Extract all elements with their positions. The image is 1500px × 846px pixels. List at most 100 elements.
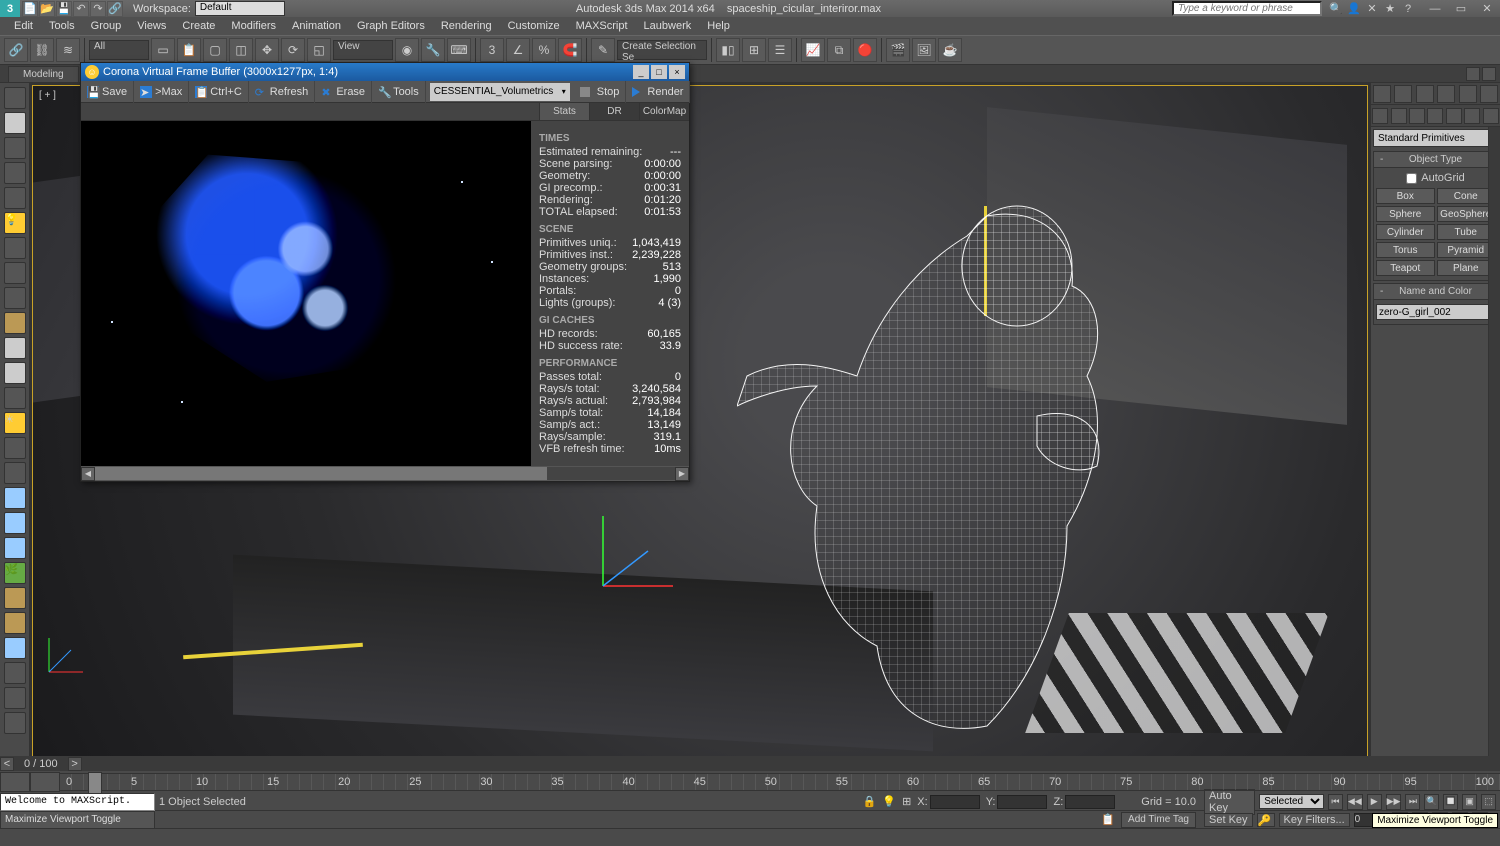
menu-animation[interactable]: Animation [284,18,349,34]
vfb-tab-stats[interactable]: Stats [539,103,589,120]
utilities-tab-icon[interactable] [1480,85,1498,103]
cameras-cat-icon[interactable] [1427,108,1443,124]
coord-mode-icon[interactable]: ⊞ [902,795,911,808]
vfb-tab-dr[interactable]: DR [589,103,639,120]
vfb-max-button[interactable]: ➤>Max [134,81,189,103]
display-tab-icon[interactable] [1459,85,1477,103]
keyboard-shortcut-icon[interactable]: ⌨ [447,38,471,62]
hierarchy-tab-icon[interactable] [1416,85,1434,103]
search-input[interactable] [1172,1,1322,16]
material-editor-icon[interactable]: 🔴 [853,38,877,62]
pal-btn-16[interactable] [4,462,26,484]
angle-snap-icon[interactable]: ∠ [506,38,530,62]
align-icon[interactable]: ⊞ [742,38,766,62]
menu-group[interactable]: Group [83,18,130,34]
menu-views[interactable]: Views [129,18,174,34]
primitive-cone[interactable]: Cone [1437,188,1496,204]
pal-btn-17[interactable] [4,487,26,509]
modify-tab-icon[interactable] [1394,85,1412,103]
ribbon-expand-icon[interactable] [1482,67,1496,81]
vfb-refresh-button[interactable]: ⟳Refresh [249,81,316,103]
nav-zoom-region-icon[interactable]: ⬚ [1481,794,1496,810]
menu-help[interactable]: Help [699,18,738,34]
menu-rendering[interactable]: Rendering [433,18,500,34]
viewport-label[interactable]: [ + ] [39,90,56,101]
nav-zoom-all-icon[interactable]: 🔲 [1443,794,1458,810]
coord-y-input[interactable] [997,795,1047,809]
key-set-combo[interactable]: Selected [1259,794,1324,809]
sign-in-icon[interactable]: 👤 [1346,1,1362,17]
select-move-icon[interactable]: ✥ [255,38,279,62]
menu-modifiers[interactable]: Modifiers [223,18,284,34]
pal-btn-6[interactable]: 💡 [4,212,26,234]
manipulate-icon[interactable]: 🔧 [421,38,445,62]
transform-gizmo[interactable] [593,506,683,599]
pal-btn-19[interactable] [4,537,26,559]
minimize-icon[interactable]: — [1422,0,1448,17]
next-frame-icon[interactable]: ▶▶ [1386,794,1402,810]
menu-tools[interactable]: Tools [41,18,83,34]
exchange-icon[interactable]: ✕ [1364,1,1380,17]
vfb-close-icon[interactable]: × [669,65,685,79]
time-tag-icon[interactable]: 📋 [1101,813,1115,826]
app-icon[interactable]: 3 [0,0,20,17]
pal-btn-15[interactable] [4,437,26,459]
vfb-tab-colormap[interactable]: ColorMap [639,103,689,120]
percent-snap-icon[interactable]: % [532,38,556,62]
key-big-icon[interactable]: 🔑 [1257,813,1275,827]
coord-x-input[interactable] [930,795,980,809]
schematic-icon[interactable]: ⧉ [827,38,851,62]
pal-btn-2[interactable] [4,112,26,134]
lock-icon[interactable]: 🔒 [863,795,877,808]
select-scale-icon[interactable]: ◱ [307,38,331,62]
pal-btn-18[interactable] [4,512,26,534]
panel-scrollbar[interactable] [1488,127,1500,776]
use-pivot-icon[interactable]: ◉ [395,38,419,62]
vfb-render-button[interactable]: Render [626,81,690,103]
unlink-icon[interactable]: ⛓ [30,38,54,62]
pal-btn-4[interactable] [4,162,26,184]
primitive-tube[interactable]: Tube [1437,224,1496,240]
pal-btn-20[interactable]: 🌿 [4,562,26,584]
vfb-hscroll[interactable]: ◀ ▶ [81,466,689,481]
render-frame-icon[interactable]: 🖼 [912,38,936,62]
edit-named-sel-icon[interactable]: ✎ [591,38,615,62]
ribbon-minimize-icon[interactable] [1466,67,1480,81]
setkey-button[interactable]: Set Key [1204,813,1253,827]
menu-edit[interactable]: Edit [6,18,41,34]
track-left-icon[interactable]: < [0,757,14,771]
redo-icon[interactable]: ↷ [90,1,106,17]
pal-btn-10[interactable] [4,312,26,334]
spacewarps-cat-icon[interactable] [1464,108,1480,124]
key-filters-button[interactable]: Key Filters... [1279,813,1350,827]
open-icon[interactable]: 📂 [39,1,55,17]
ref-coord-system[interactable]: View [333,40,393,60]
bind-icon[interactable]: ≋ [56,38,80,62]
pal-btn-26[interactable] [4,712,26,734]
prev-frame-icon[interactable]: ◀◀ [1347,794,1363,810]
new-icon[interactable]: 📄 [22,1,38,17]
motion-tab-icon[interactable] [1437,85,1455,103]
vfb-stop-button[interactable]: Stop [574,81,627,103]
pal-btn-21[interactable] [4,587,26,609]
curve-editor-icon[interactable]: 📈 [801,38,825,62]
pal-btn-9[interactable] [4,287,26,309]
menu-graph-editors[interactable]: Graph Editors [349,18,433,34]
render-setup-icon[interactable]: 🎬 [886,38,910,62]
primitive-cylinder[interactable]: Cylinder [1376,224,1435,240]
vfb-ctrlc-button[interactable]: 📋Ctrl+C [189,81,248,103]
menu-maxscript[interactable]: MAXScript [568,18,636,34]
select-object-icon[interactable]: ▭ [151,38,175,62]
save-icon[interactable]: 💾 [56,1,72,17]
named-selection-set[interactable]: Create Selection Se [617,40,707,60]
selection-filter[interactable]: All [89,40,149,60]
timeline-config-icon[interactable] [30,772,60,792]
layer-icon[interactable]: ☰ [768,38,792,62]
goto-end-icon[interactable]: ⏭ [1405,794,1420,810]
goto-start-icon[interactable]: ⏮ [1328,794,1343,810]
primitive-category-combo[interactable]: Standard Primitives [1373,129,1498,147]
binocular-icon[interactable]: 🔍 [1328,1,1344,17]
object-type-rollout[interactable]: Object Type [1373,151,1498,168]
pal-btn-7[interactable] [4,237,26,259]
vfb-maximize-icon[interactable]: □ [651,65,667,79]
